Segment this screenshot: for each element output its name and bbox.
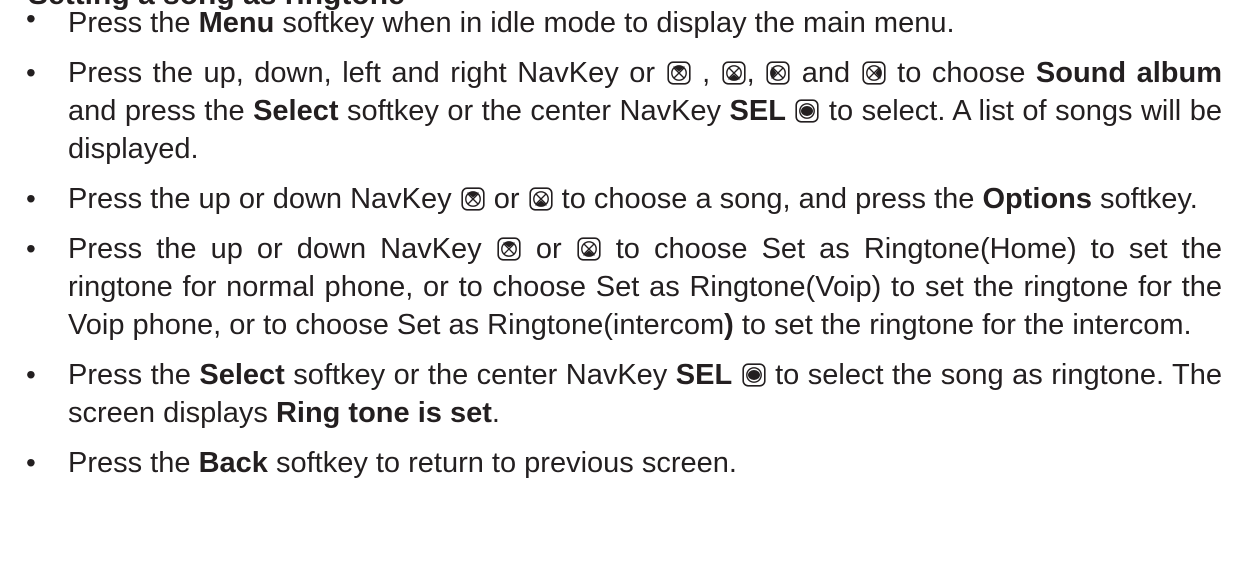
text-run: Press the up or down NavKey xyxy=(68,183,460,215)
navkey-down-icon xyxy=(722,61,746,85)
text-run: Press the up, down, left and right NavKe… xyxy=(68,57,666,89)
text-run: or xyxy=(485,183,528,215)
list-item: Press the Select softkey or the center N… xyxy=(26,356,1222,432)
navkey-down-icon xyxy=(577,237,601,261)
bold-term: Menu xyxy=(198,7,275,39)
text-run: and press the xyxy=(68,95,254,127)
text-run: softkey to return to previous screen. xyxy=(267,447,737,479)
navkey-up-icon xyxy=(666,61,691,85)
text-run: , xyxy=(691,57,721,89)
text-run: . xyxy=(491,397,500,429)
text-run: Press the xyxy=(68,7,199,39)
text-run: or xyxy=(521,233,576,265)
text-run: Press the xyxy=(68,447,199,479)
list-item: Press the up or down NavKey or to choose… xyxy=(26,230,1222,344)
navkey-right-icon xyxy=(862,61,886,85)
bold-term: Ring tone is set xyxy=(275,397,492,429)
list-item: Press the Menu softkey when in idle mode… xyxy=(26,0,1222,42)
bold-term: ) xyxy=(724,309,734,341)
navkey-down-icon xyxy=(529,187,553,211)
list-item: Press the Back softkey to return to prev… xyxy=(26,444,1222,482)
text-run: to choose xyxy=(886,57,1036,89)
text-run: softkey. xyxy=(1092,183,1198,215)
bold-term: Sound album xyxy=(1035,57,1223,89)
text-run xyxy=(786,95,794,127)
bold-term: SEL xyxy=(729,95,786,127)
text-run xyxy=(732,359,740,391)
bold-term: Back xyxy=(198,447,268,479)
bold-term: Options xyxy=(982,183,1092,215)
navkey-left-icon xyxy=(766,61,790,85)
navkey-up-icon xyxy=(497,237,521,261)
navkey-up-icon xyxy=(461,187,485,211)
instruction-list: Press the Menu softkey when in idle mode… xyxy=(26,0,1222,494)
navkey-center-icon xyxy=(795,99,820,123)
text-run: , xyxy=(746,57,766,89)
text-run: softkey when in idle mode to display the… xyxy=(274,7,955,39)
text-run: to set the ringtone for the intercom. xyxy=(733,309,1192,341)
bold-term: Select xyxy=(199,359,285,391)
navkey-center-icon xyxy=(742,363,766,387)
text-run: and xyxy=(791,57,861,89)
text-run: to choose a song, and press the xyxy=(553,183,983,215)
bold-term: SEL xyxy=(675,359,733,391)
list-item: Press the up, down, left and right NavKe… xyxy=(26,54,1222,168)
text-run: softkey or the center NavKey xyxy=(338,95,730,127)
list-item: Press the up or down NavKey or to choose… xyxy=(26,180,1222,218)
text-run: Press the xyxy=(68,359,200,391)
text-run: softkey or the center NavKey xyxy=(284,359,676,391)
text-run: Press the up or down NavKey xyxy=(68,233,496,265)
bold-term: Select xyxy=(253,95,339,127)
